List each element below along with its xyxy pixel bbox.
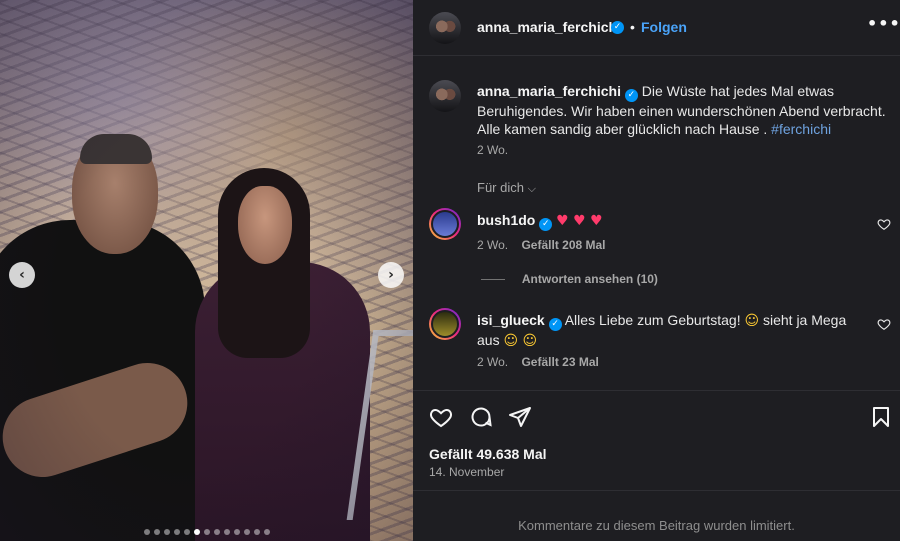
carousel-dot [253, 529, 260, 535]
post-header: anna_maria_ferchichi ✓ • Folgen ••• [413, 0, 900, 56]
comments-limited-notice: Kommentare zu diesem Beitrag wurden limi… [413, 490, 900, 541]
comment-timestamp[interactable]: 2 Wo. [477, 355, 508, 369]
post-detail-panel: anna_maria_ferchichi ✓ • Folgen ••• anna… [413, 0, 900, 541]
comment-avatar[interactable] [429, 308, 461, 340]
comment-likes[interactable]: Gefällt 23 Mal [521, 355, 598, 369]
comment-timestamp[interactable]: 2 Wo. [477, 238, 508, 252]
chevron-right-icon[interactable]: › [378, 262, 404, 288]
carousel-dot [153, 529, 160, 535]
carousel-dot [223, 529, 230, 535]
verified-badge-icon: ✓ [548, 318, 562, 331]
comment-item: isi_glueck ✓ Alles Liebe zum Geburtstag!… [477, 311, 867, 350]
post-caption: anna_maria_ferchichi ✓ Die Wüste hat jed… [477, 82, 887, 138]
carousel-dot [233, 529, 240, 535]
caption-username[interactable]: anna_maria_ferchichi [477, 83, 621, 99]
carousel-indicator [0, 529, 413, 535]
verified-badge-icon: ✓ [611, 21, 624, 34]
photo-vignette [0, 0, 413, 541]
chevron-down-icon: ⌵ [527, 182, 536, 195]
share-icon[interactable] [508, 405, 532, 429]
carousel-dot [183, 529, 190, 535]
carousel-dot [243, 529, 250, 535]
comment-username[interactable]: bush1do [477, 212, 535, 228]
author-avatar[interactable] [429, 12, 461, 44]
heart-icon[interactable] [429, 405, 453, 429]
post-actions-bar [413, 390, 900, 450]
caption-timestamp[interactable]: 2 Wo. [477, 143, 508, 157]
view-replies-label: Antworten ansehen (10) [521, 272, 658, 286]
post-likes-count[interactable]: Gefällt 49.638 Mal [429, 446, 547, 462]
verified-badge-icon: ✓ [624, 89, 638, 102]
replies-divider [481, 279, 505, 281]
face-emoji-icon: ☺ [744, 313, 760, 329]
comment-icon[interactable] [469, 405, 493, 429]
carousel-dot [193, 529, 200, 535]
more-options-icon[interactable]: ••• [867, 14, 900, 33]
carousel-dot [163, 529, 170, 535]
comment-text: ♥ ♥ ♥ [556, 213, 603, 229]
verified-badge-icon: ✓ [539, 218, 553, 231]
carousel-dot [143, 529, 150, 535]
carousel-dot [203, 529, 210, 535]
comment-filter-dropdown[interactable]: Für dich ⌵ [477, 180, 536, 196]
carousel-dot [213, 529, 220, 535]
caption-author-avatar[interactable] [429, 80, 461, 112]
header-separator: • [630, 19, 635, 35]
caption-hashtag[interactable]: #ferchichi [771, 121, 831, 137]
comment-text: Alles Liebe zum Geburtstag! [564, 312, 741, 328]
post-photo[interactable]: ‹ › [0, 0, 413, 541]
comment-item: bush1do ✓ ♥ ♥ ♥ [477, 211, 867, 231]
bookmark-icon[interactable] [869, 405, 893, 429]
comment-meta: 2 Wo. Gefällt 208 Mal [477, 238, 606, 252]
carousel-dot [263, 529, 270, 535]
comment-meta: 2 Wo. Gefällt 23 Mal [477, 355, 599, 369]
author-username[interactable]: anna_maria_ferchichi [477, 19, 621, 35]
comment-username[interactable]: isi_glueck [477, 312, 545, 328]
view-replies-button[interactable]: Antworten ansehen (10) [481, 272, 658, 286]
comment-likes[interactable]: Gefällt 208 Mal [521, 238, 605, 252]
comment-avatar[interactable] [429, 208, 461, 240]
follow-button[interactable]: Folgen [641, 19, 687, 35]
post-date[interactable]: 14. November [429, 465, 504, 479]
comment-like-icon[interactable] [877, 217, 891, 231]
chevron-left-icon[interactable]: ‹ [9, 262, 35, 288]
comment-filter-label: Für dich [477, 180, 524, 195]
comments-limited-text: Kommentare zu diesem Beitrag wurden limi… [518, 518, 795, 533]
carousel-dot [173, 529, 180, 535]
face-emoji-icon: ☺ ☺ [503, 333, 538, 349]
comment-like-icon[interactable] [877, 317, 891, 331]
